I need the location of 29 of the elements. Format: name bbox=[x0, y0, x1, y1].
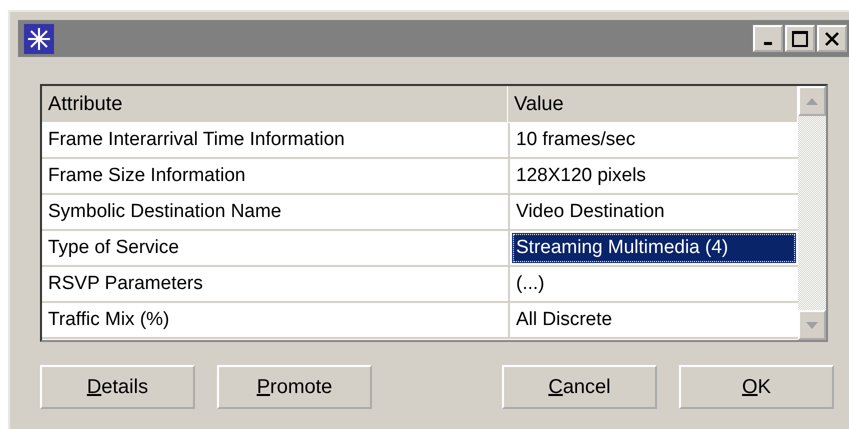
maximize-icon bbox=[791, 30, 809, 48]
column-header[interactable]: Attribute bbox=[42, 86, 508, 123]
close-icon bbox=[823, 30, 841, 48]
value-cell[interactable]: 10 frames/sec bbox=[512, 125, 796, 155]
column-header[interactable]: Value bbox=[508, 86, 798, 123]
attribute-cell-text: Type of Service bbox=[47, 236, 180, 260]
dialog-button[interactable]: Promote bbox=[217, 365, 372, 409]
value-cell[interactable]: 128X120 pixels bbox=[512, 161, 796, 191]
attribute-cell-text: Symbolic Destination Name bbox=[47, 200, 282, 224]
attribute-cell-text: RSVP Parameters bbox=[47, 272, 204, 296]
maximize-button[interactable] bbox=[785, 25, 815, 52]
dialog-button[interactable]: OK bbox=[679, 365, 834, 409]
value-cell[interactable]: Streaming Multimedia (4) bbox=[512, 233, 796, 263]
down-arrow-icon bbox=[806, 322, 818, 328]
scroll-down-button[interactable] bbox=[798, 310, 826, 340]
attribute-cell-text: Frame Size Information bbox=[47, 164, 246, 188]
scroll-up-button[interactable] bbox=[798, 86, 826, 116]
minimize-icon bbox=[764, 42, 772, 45]
dialog-button[interactable]: Details bbox=[40, 365, 195, 409]
up-arrow-icon bbox=[806, 98, 818, 104]
value-cell[interactable]: Video Destination bbox=[512, 197, 796, 227]
attribute-cell-text: Frame Interarrival Time Information bbox=[47, 128, 346, 152]
dialog-button[interactable]: Cancel bbox=[502, 365, 657, 409]
close-button[interactable] bbox=[817, 25, 847, 52]
scrollbar[interactable] bbox=[798, 86, 826, 340]
value-cell[interactable]: (...) bbox=[512, 269, 796, 299]
attribute-cell-text: Traffic Mix (%) bbox=[47, 308, 170, 332]
value-cell[interactable]: All Discrete bbox=[512, 305, 796, 335]
minimize-button[interactable] bbox=[753, 25, 783, 52]
